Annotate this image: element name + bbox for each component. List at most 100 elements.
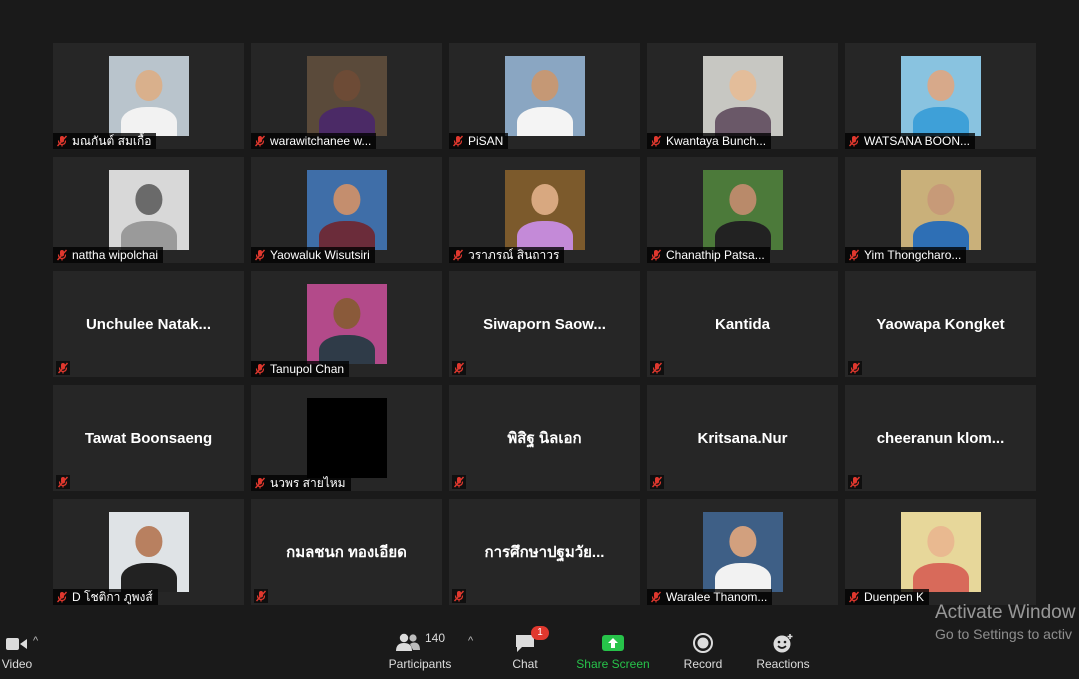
participant-name-tag: nattha wipolchai — [53, 247, 164, 263]
participant-name: D โชติกา ภูพงส์ — [72, 589, 153, 604]
participant-video — [703, 512, 783, 592]
participant-tile[interactable]: PiSAN — [449, 43, 640, 149]
participant-name-tag: Waralee Thanom... — [647, 589, 773, 605]
person-torso — [121, 221, 177, 250]
participant-name: cheeranun klom... — [876, 429, 1005, 447]
participant-tile[interactable]: nattha wipolchai — [53, 157, 244, 263]
muted-indicator — [848, 475, 862, 489]
video-background — [307, 398, 387, 478]
reactions-button[interactable]: Reactions — [752, 620, 814, 679]
muted-indicator — [848, 361, 862, 375]
participant-tile[interactable]: นวพร สายไหม — [251, 385, 442, 491]
participant-name-tag: Chanathip Patsa... — [647, 247, 770, 263]
participant-tile[interactable]: Kritsana.Nur — [647, 385, 838, 491]
participant-video — [109, 56, 189, 136]
participant-name: warawitchanee w... — [270, 134, 372, 148]
participant-video — [703, 56, 783, 136]
chat-button[interactable]: 1 Chat — [505, 620, 549, 679]
participant-tile[interactable]: Duenpen K — [845, 499, 1036, 605]
participant-name: มณกันต์ สมเกื้อ — [72, 133, 152, 148]
participant-tile[interactable]: Unchulee Natak... — [53, 271, 244, 377]
participant-tile[interactable]: Tawat Boonsaeng — [53, 385, 244, 491]
share-screen-button[interactable]: Share Screen — [573, 620, 653, 679]
participant-name-tag: WATSANA BOON... — [845, 133, 976, 149]
participant-tile[interactable]: D โชติกา ภูพงส์ — [53, 499, 244, 605]
participant-video — [307, 398, 387, 478]
participant-video — [901, 512, 981, 592]
participant-tile[interactable]: Waralee Thanom... — [647, 499, 838, 605]
participant-name: Yaowapa Kongket — [876, 315, 1005, 333]
participant-tile[interactable]: Yaowaluk Wisutsiri — [251, 157, 442, 263]
reactions-label: Reactions — [756, 657, 810, 671]
participant-name: การศึกษาปฐมวัย... — [484, 544, 605, 561]
participant-name-tag: วราภรณ์ สินถาวร — [449, 247, 565, 263]
participant-tile[interactable]: Yaowapa Kongket — [845, 271, 1036, 377]
person-torso — [517, 107, 573, 136]
video-grid: มณกันต์ สมเกื้อ warawitchanee w... PiSAN Kw… — [0, 0, 1079, 620]
participant-name: Unchulee Natak... — [85, 315, 212, 333]
meeting-toolbar: Video ^ 140 Participants ^ 1 Chat Share … — [0, 620, 1079, 679]
muted-indicator — [452, 361, 466, 375]
participant-tile[interactable]: cheeranun klom... — [845, 385, 1036, 491]
muted-mic-icon — [453, 590, 465, 602]
participant-tile[interactable]: กมลชนก ทองเอียด — [251, 499, 442, 605]
participant-tile[interactable]: Tanupol Chan — [251, 271, 442, 377]
muted-mic-icon — [254, 477, 266, 489]
activation-watermark-title: Activate Window — [935, 602, 1076, 623]
participant-tile[interactable]: มณกันต์ สมเกื้อ — [53, 43, 244, 149]
participant-tile[interactable]: WATSANA BOON... — [845, 43, 1036, 149]
participant-name: PiSAN — [468, 134, 504, 148]
person-torso — [319, 221, 375, 250]
participant-name-tag: Duenpen K — [845, 589, 930, 605]
participant-video — [307, 56, 387, 136]
participant-tile[interactable]: Yim Thongcharo... — [845, 157, 1036, 263]
participant-name-tag: มณกันต์ สมเกื้อ — [53, 133, 157, 149]
person-torso — [913, 221, 969, 250]
participant-tile[interactable]: Siwaporn Saow... — [449, 271, 640, 377]
muted-mic-icon — [56, 135, 68, 147]
video-button[interactable]: Video — [0, 620, 40, 679]
participant-tile[interactable]: Chanathip Patsa... — [647, 157, 838, 263]
participant-tile[interactable]: พิสิฐ นิลเอก — [449, 385, 640, 491]
participant-name: nattha wipolchai — [72, 248, 159, 262]
participant-name: Waralee Thanom... — [666, 590, 768, 604]
participant-name: พิสิฐ นิลเอก — [507, 430, 582, 447]
person-torso — [319, 335, 375, 364]
participant-name: Tawat Boonsaeng — [84, 429, 213, 447]
record-button[interactable]: Record — [680, 620, 726, 679]
person-torso — [715, 221, 771, 250]
video-label: Video — [1, 657, 33, 671]
muted-mic-icon — [254, 249, 266, 261]
participants-icon — [395, 633, 420, 651]
chat-unread-badge: 1 — [531, 626, 549, 640]
muted-mic-icon — [650, 249, 662, 261]
video-options-caret[interactable]: ^ — [33, 635, 38, 647]
participant-tile[interactable]: Kwantaya Bunch... — [647, 43, 838, 149]
participant-name: นวพร สายไหม — [270, 475, 346, 490]
participant-tile[interactable]: warawitchanee w... — [251, 43, 442, 149]
participants-button[interactable]: 140 Participants — [386, 620, 454, 679]
muted-mic-icon — [56, 249, 68, 261]
participant-name-tag: D โชติกา ภูพงส์ — [53, 589, 158, 605]
muted-mic-icon — [452, 135, 464, 147]
participant-tile[interactable]: Kantida — [647, 271, 838, 377]
muted-indicator — [56, 475, 70, 489]
participant-video — [307, 170, 387, 250]
participant-tile[interactable]: วราภรณ์ สินถาวร — [449, 157, 640, 263]
participants-options-caret[interactable]: ^ — [468, 635, 473, 647]
muted-mic-icon — [651, 362, 663, 374]
participant-video — [109, 170, 189, 250]
person-torso — [913, 563, 969, 592]
muted-indicator — [56, 361, 70, 375]
person-torso — [319, 107, 375, 136]
muted-mic-icon — [57, 362, 69, 374]
person-torso — [715, 563, 771, 592]
muted-mic-icon — [254, 363, 266, 375]
participant-name: Yaowaluk Wisutsiri — [270, 248, 370, 262]
participant-video — [901, 56, 981, 136]
muted-mic-icon — [848, 591, 860, 603]
person-torso — [715, 107, 771, 136]
participant-tile[interactable]: การศึกษาปฐมวัย... — [449, 499, 640, 605]
muted-mic-icon — [453, 362, 465, 374]
muted-mic-icon — [651, 476, 663, 488]
